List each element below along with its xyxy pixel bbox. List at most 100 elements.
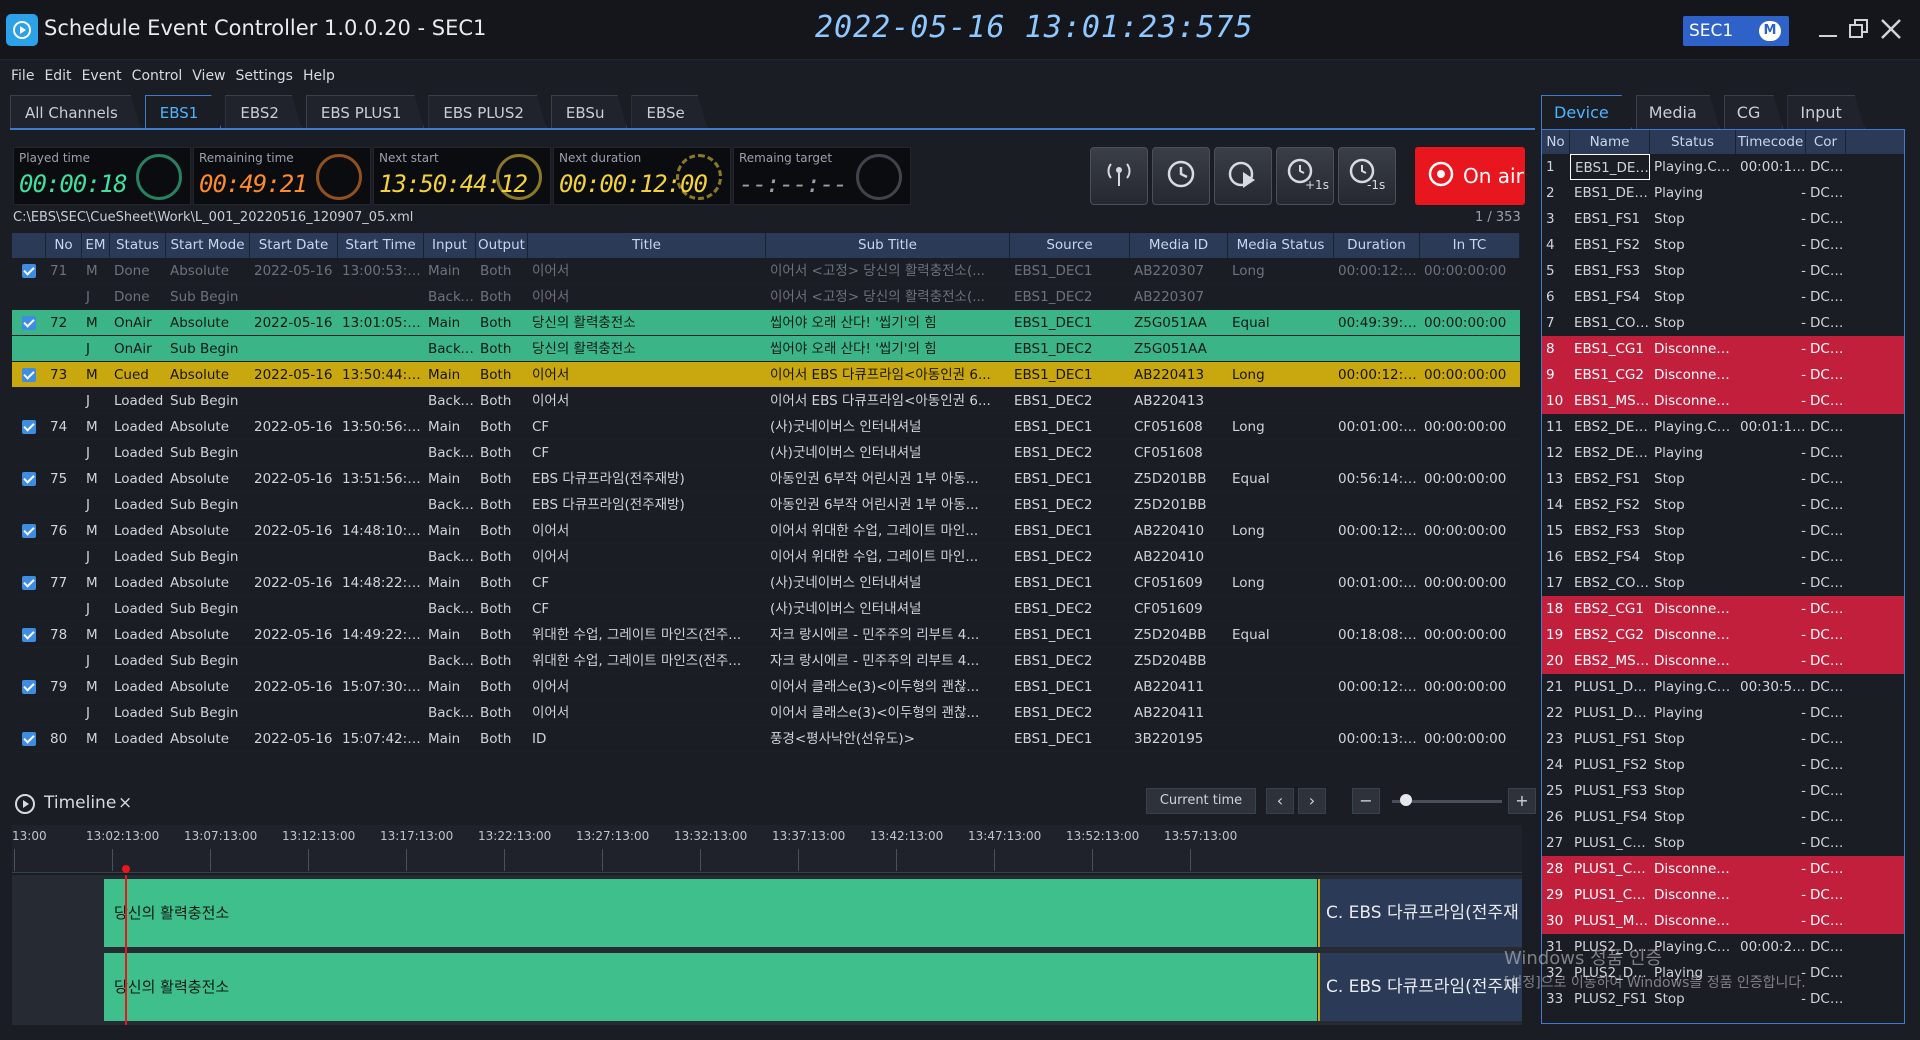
timeline-clip-main[interactable]: 당신의 활력충전소 <box>104 879 1317 947</box>
table-row[interactable]: J Done Sub Begin Backup Both 이어서 이어서 <고정> 당신의 … <box>12 284 1520 310</box>
table-row[interactable]: 77 M Loaded Absolute 2022-05-16 14:48:22:12 Ma… <box>12 570 1520 596</box>
timeline-prev-button[interactable]: ‹ <box>1266 788 1294 814</box>
device-row[interactable]: 30 PLUS1_MSW1Disconnect... -DCS1 <box>1542 908 1904 934</box>
row-checkbox[interactable] <box>12 362 46 387</box>
device-row[interactable]: 17 EBS2_COLO...Stop -DCS1 <box>1542 570 1904 596</box>
column-header[interactable]: Output <box>476 233 528 258</box>
tab-ebs-plus1[interactable]: EBS PLUS1 <box>306 95 425 129</box>
device-row[interactable]: 23 PLUS1_FS1 Stop - DCS1 <box>1542 726 1904 752</box>
menu-view[interactable]: View <box>187 66 230 88</box>
table-row[interactable]: J OnAir Sub Begin Backup Both 당신의 활력충전소 씹어야 오래… <box>12 336 1520 362</box>
table-row[interactable]: 76 M Loaded Absolute 2022-05-16 14:48:10:12 Ma… <box>12 518 1520 544</box>
table-row[interactable]: 73 M Cued Absolute 2022-05-16 13:50:44:12 Main… <box>12 362 1520 388</box>
device-row[interactable]: 6 EBS1_FS4 Stop - DCS1 <box>1542 284 1904 310</box>
row-checkbox[interactable] <box>12 310 46 335</box>
broadcast-button[interactable] <box>1090 147 1148 205</box>
column-header[interactable]: Start Date <box>250 233 338 258</box>
tab-ebse[interactable]: EBSe <box>631 95 707 129</box>
on-air-button[interactable]: On air <box>1415 147 1525 205</box>
device-row[interactable]: 5 EBS1_FS3 Stop - DCS1 <box>1542 258 1904 284</box>
column-header[interactable]: Media ID <box>1130 233 1228 258</box>
select-all-checkbox[interactable] <box>12 233 46 258</box>
table-row[interactable]: J Loaded Sub Begin Backup Both 이어서 이어서 EBS 다큐프… <box>12 388 1520 414</box>
menu-help[interactable]: Help <box>298 66 340 88</box>
table-row[interactable]: J Loaded Sub Begin Backup Both 이어서 이어서 위대한 수업,… <box>12 544 1520 570</box>
table-row[interactable]: 71 M Done Absolute 2022-05-16 13:00:53:12 Main… <box>12 258 1520 284</box>
device-row[interactable]: 9 EBS1_CG2 Disconnect... - DCS1 <box>1542 362 1904 388</box>
table-row[interactable]: 80 M Loaded Absolute 2022-05-16 15:07:42:12 Ma… <box>12 726 1520 752</box>
column-header[interactable]: Timecode <box>1736 130 1806 154</box>
table-row[interactable]: J Loaded Sub Begin Backup Both 위대한 수업, 그레이트 마… <box>12 648 1520 674</box>
column-header[interactable]: Status <box>110 233 166 258</box>
timeline-clip-backup[interactable]: 당신의 활력충전소 <box>104 953 1317 1021</box>
device-row[interactable]: 18 EBS2_CG1 Disconnect... - DCS1 <box>1542 596 1904 622</box>
row-checkbox[interactable] <box>12 258 46 283</box>
device-row[interactable]: 14 EBS2_FS2 Stop - DCS1 <box>1542 492 1904 518</box>
tab-cg[interactable]: CG <box>1724 95 1784 129</box>
menu-control[interactable]: Control <box>127 66 188 88</box>
history-button[interactable] <box>1152 147 1210 205</box>
device-row[interactable]: 20 EBS2_MSW1 Disconnect... - DCS1 <box>1542 648 1904 674</box>
device-row[interactable]: 28 PLUS1_CG1 Disconnect... - DCS1 <box>1542 856 1904 882</box>
row-checkbox[interactable] <box>12 440 46 465</box>
column-header[interactable]: EM <box>82 233 110 258</box>
zoom-in-button[interactable]: + <box>1508 788 1536 814</box>
device-row[interactable]: 21 PLUS1_DEC1Playing.Cu...00:30:51:08DCS1 <box>1542 674 1904 700</box>
device-row[interactable]: 2 EBS1_DEC2 Playing - DCS1 <box>1542 180 1904 206</box>
table-row[interactable]: J Loaded Sub Begin Backup Both CF (사)굿네이버스 인터내… <box>12 596 1520 622</box>
device-row[interactable]: 7 EBS1_COLO...Stop -DCS1 <box>1542 310 1904 336</box>
row-checkbox[interactable] <box>12 674 46 699</box>
device-row[interactable]: 26 PLUS1_FS4 Stop - DCS1 <box>1542 804 1904 830</box>
skip-button[interactable] <box>1214 147 1272 205</box>
table-row[interactable]: J Loaded Sub Begin Backup Both 이어서 이어서 클래스e(3)… <box>12 700 1520 726</box>
zoom-slider-handle[interactable] <box>1400 794 1412 806</box>
table-row[interactable]: J Loaded Sub Begin Backup Both EBS 다큐프라임(전주재방… <box>12 492 1520 518</box>
tab-device[interactable]: Device <box>1541 95 1632 129</box>
device-row[interactable]: 19 EBS2_CG2 Disconnect... - DCS1 <box>1542 622 1904 648</box>
row-checkbox[interactable] <box>12 596 46 621</box>
row-checkbox[interactable] <box>12 622 46 647</box>
device-row[interactable]: 3 EBS1_FS1 Stop - DCS1 <box>1542 206 1904 232</box>
row-checkbox[interactable] <box>12 648 46 673</box>
minimize-button[interactable] <box>1815 16 1841 42</box>
restore-button[interactable] <box>1846 16 1872 42</box>
row-checkbox[interactable] <box>12 284 46 309</box>
timeline-clip-next-backup[interactable]: C. EBS 다큐프라임(전주재방) <box>1318 953 1522 1021</box>
device-row[interactable]: 12 EBS2_DEC2 Playing - DCS1 <box>1542 440 1904 466</box>
column-header[interactable]: Media Status <box>1228 233 1334 258</box>
tab-input[interactable]: Input <box>1787 95 1864 129</box>
column-header[interactable]: Status <box>1650 130 1736 154</box>
tab-ebs1[interactable]: EBS1 <box>145 95 222 129</box>
tab-ebsu[interactable]: EBSu <box>551 95 628 129</box>
column-header[interactable]: Source <box>1010 233 1130 258</box>
column-header[interactable]: Input <box>424 233 476 258</box>
row-checkbox[interactable] <box>12 544 46 569</box>
row-checkbox[interactable] <box>12 466 46 491</box>
menu-file[interactable]: File <box>6 66 39 88</box>
table-row[interactable]: 74 M Loaded Absolute 2022-05-16 13:50:56:12 Ma… <box>12 414 1520 440</box>
row-checkbox[interactable] <box>12 700 46 725</box>
column-header[interactable]: Sub Title <box>766 233 1010 258</box>
timeline-clip-next[interactable]: C. EBS 다큐프라임(전주재방) <box>1318 879 1522 991</box>
tab-media[interactable]: Media <box>1636 95 1720 129</box>
device-row[interactable]: 11 EBS2_DEC1Playing.Cu...00:01:18:10DCS1 <box>1542 414 1904 440</box>
table-row[interactable]: 79 M Loaded Absolute 2022-05-16 15:07:30:12 Ma… <box>12 674 1520 700</box>
zoom-out-button[interactable]: − <box>1352 788 1380 814</box>
timeline-close-button[interactable]: × <box>118 793 132 813</box>
tab-ebs2[interactable]: EBS2 <box>225 95 302 129</box>
column-header[interactable]: Cor <box>1806 130 1846 154</box>
close-button[interactable] <box>1878 16 1904 42</box>
tab-all-channels[interactable]: All Channels <box>10 95 141 129</box>
device-row[interactable]: 10 EBS1_MSW1 Disconnect... - DCS1 <box>1542 388 1904 414</box>
playhead-marker[interactable] <box>122 865 130 873</box>
column-header[interactable]: Title <box>528 233 766 258</box>
menu-event[interactable]: Event <box>77 66 127 88</box>
row-checkbox[interactable] <box>12 492 46 517</box>
row-checkbox[interactable] <box>12 414 46 439</box>
tab-ebs-plus2[interactable]: EBS PLUS2 <box>428 95 547 129</box>
table-row[interactable]: 75 M Loaded Absolute 2022-05-16 13:51:56:12 Ma… <box>12 466 1520 492</box>
device-row[interactable]: 4 EBS1_FS2 Stop - DCS1 <box>1542 232 1904 258</box>
row-checkbox[interactable] <box>12 726 46 751</box>
device-row[interactable]: 1 EBS1_DEC1Playing.Cu...00:00:17:27DCS1 <box>1542 154 1904 180</box>
timeline-next-button[interactable]: › <box>1298 788 1326 814</box>
